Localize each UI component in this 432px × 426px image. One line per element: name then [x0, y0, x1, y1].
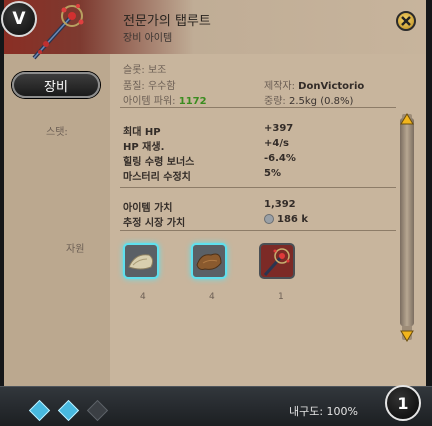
left-column — [4, 54, 110, 386]
item-value: 1,392 — [264, 199, 296, 210]
crafter-label: 제작자: — [264, 81, 295, 92]
weight-label: 중량: — [264, 96, 286, 107]
close-button[interactable] — [396, 11, 416, 31]
resource-slot-artifact[interactable] — [259, 243, 295, 279]
close-icon — [401, 16, 411, 26]
resource-slot-leather[interactable] — [191, 243, 227, 279]
stats-section-label: 스탯: — [46, 127, 68, 138]
stat-value: 5% — [264, 168, 281, 179]
weight-value: 2.5kg (0.8%) — [288, 96, 354, 107]
market-value: 186 k — [277, 214, 309, 225]
resource-slot-cloth[interactable] — [123, 243, 159, 279]
resource-count: 1 — [278, 292, 284, 302]
market-value-row: 186 k — [264, 214, 308, 225]
stat-name: 마스터리 수정치 — [123, 172, 191, 183]
stat-name: 최대 HP — [123, 127, 161, 138]
item-value-label: 아이템 가치 — [123, 203, 173, 214]
artifact-icon — [263, 248, 290, 276]
item-power-row: 아이템 파워: 1172 — [123, 92, 207, 107]
scrollbar-thumb[interactable] — [400, 118, 414, 326]
item-name: 전문가의 탭루트 — [123, 14, 211, 29]
stats-divider — [120, 187, 396, 188]
stat-value: +4/s — [264, 138, 289, 149]
resources-section-label: 자원 — [66, 244, 85, 255]
crafter-value: DonVictorio — [298, 81, 365, 92]
stat-name: 힐링 수령 보너스 — [123, 157, 195, 168]
crafter-row: 제작자: DonVictorio — [264, 77, 364, 92]
scroll-up-icon[interactable] — [400, 110, 414, 129]
item-power-label: 아이템 파워: — [123, 96, 176, 107]
info-divider — [120, 107, 396, 108]
item-power-value: 1172 — [178, 96, 207, 107]
silver-coin-icon — [264, 214, 274, 224]
stat-value: +397 — [264, 123, 294, 134]
leather-icon — [196, 253, 222, 270]
tier-badge: 1 — [385, 385, 421, 421]
equip-button[interactable]: 장비 — [12, 72, 100, 98]
quality-label: 품질: 우수함 — [123, 81, 176, 92]
stat-name: HP 재생. — [123, 142, 165, 153]
resource-count: 4 — [209, 292, 215, 302]
weight-row: 중량: 2.5kg (0.8%) — [264, 92, 353, 107]
stat-value: -6.4% — [264, 153, 296, 164]
item-type: 장비 아이템 — [123, 33, 173, 44]
cloth-icon — [128, 254, 154, 270]
market-value-label: 추정 시장 가치 — [123, 218, 186, 229]
durability-label: 내구도: 100% — [289, 405, 359, 418]
grade-badge: V — [1, 1, 37, 37]
slot-label: 슬롯: 보조 — [123, 65, 167, 76]
value-divider — [120, 230, 396, 231]
resource-count: 4 — [140, 292, 146, 302]
scroll-down-icon[interactable] — [400, 327, 414, 346]
